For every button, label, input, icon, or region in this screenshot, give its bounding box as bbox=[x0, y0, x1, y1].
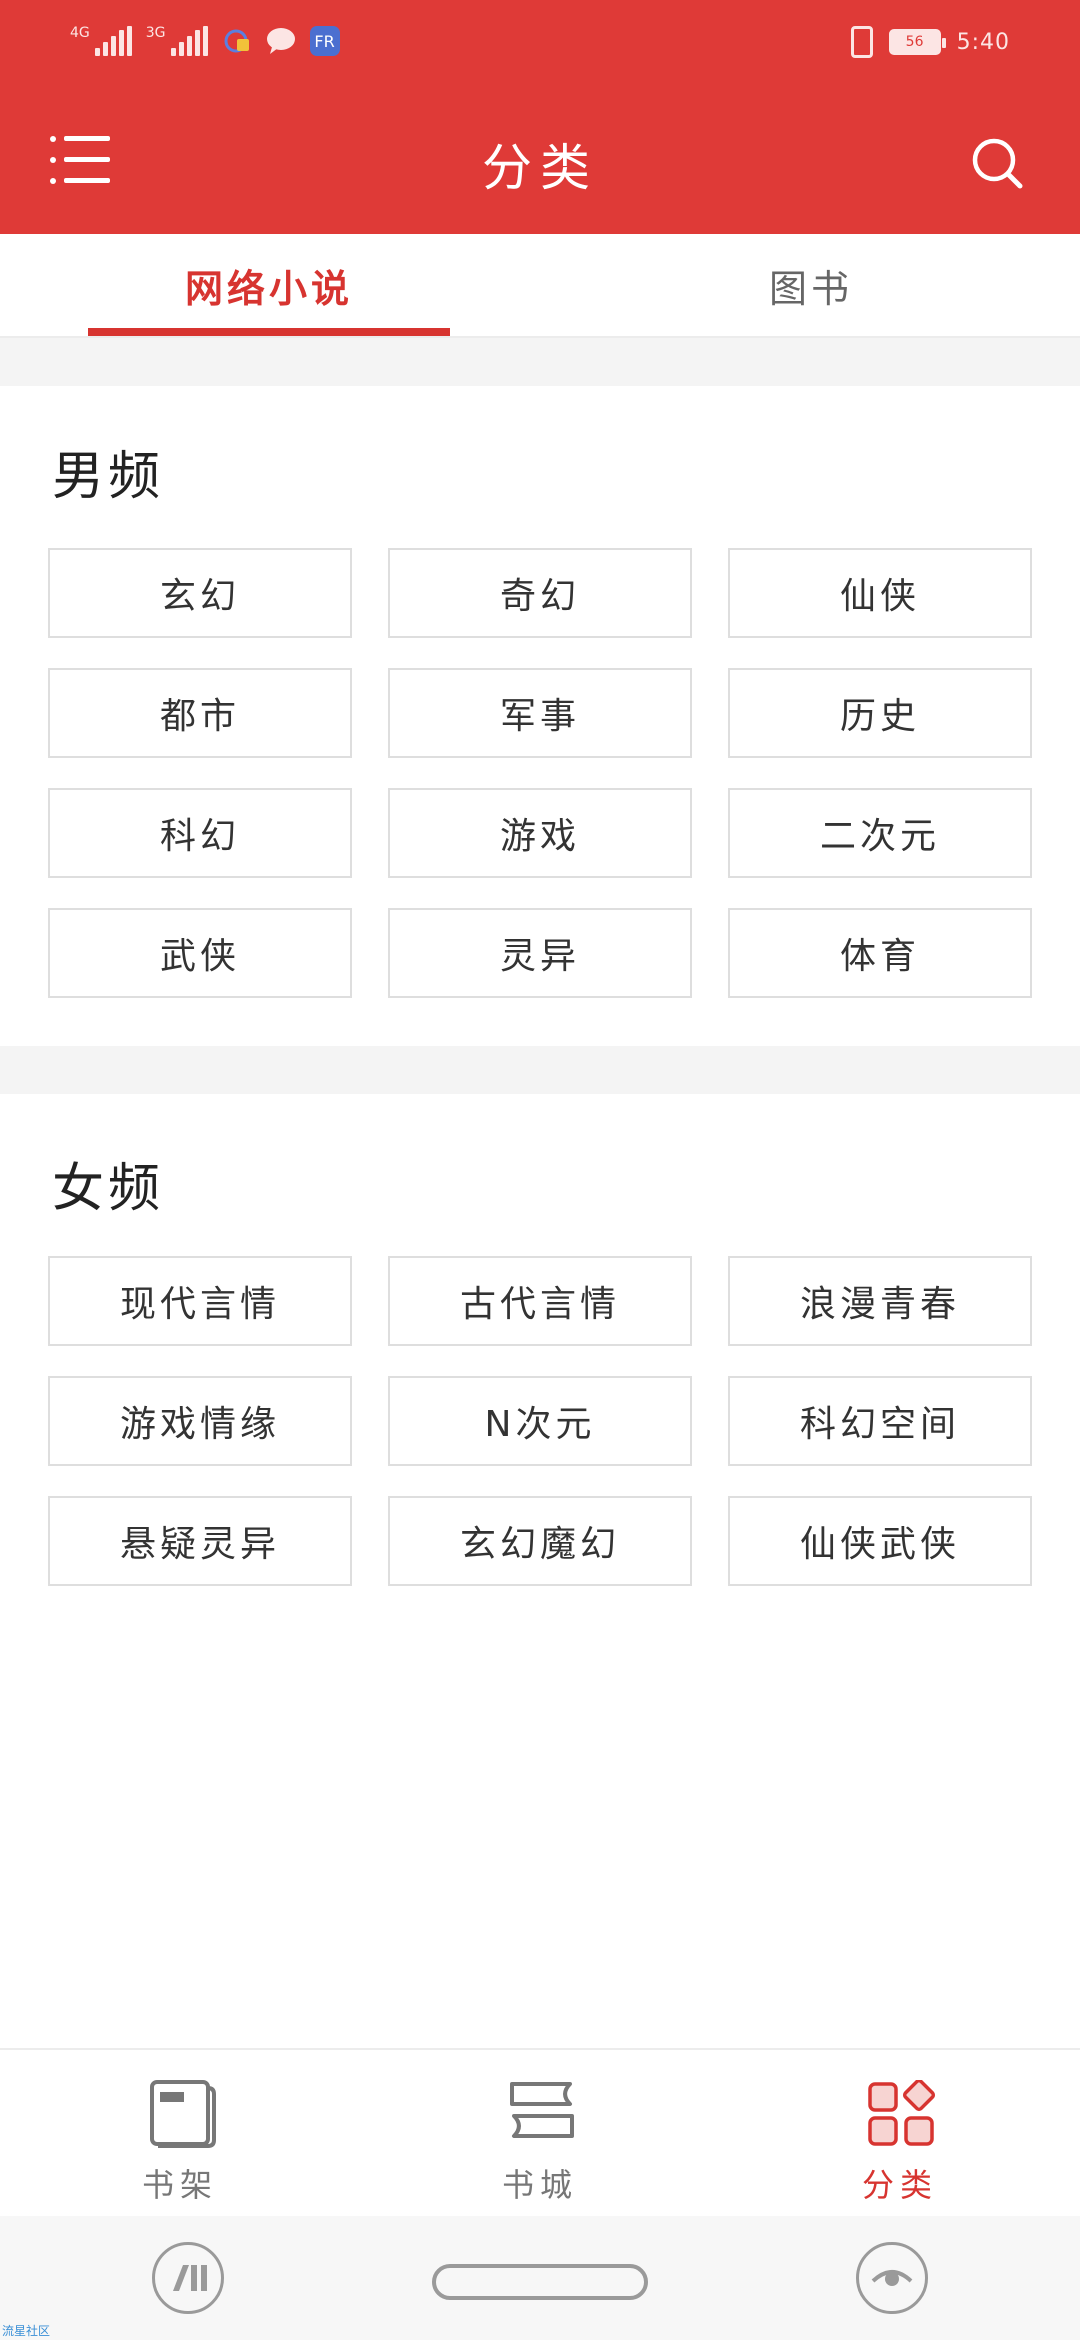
category-button[interactable]: 玄幻魔幻 bbox=[388, 1496, 692, 1586]
status-right: 56 5:40 bbox=[850, 26, 1010, 58]
nav-label: 书城 bbox=[501, 2166, 578, 2204]
category-button[interactable]: N次元 bbox=[388, 1376, 692, 1466]
home-pill[interactable] bbox=[432, 2264, 648, 2300]
section-divider bbox=[0, 338, 1080, 386]
bookstore-icon bbox=[510, 2082, 574, 2138]
category-button[interactable]: 玄幻 bbox=[48, 548, 352, 638]
top-header: 4G 3G FR 56 5:40 分类 bbox=[0, 0, 1080, 234]
status-left: 4G 3G FR bbox=[70, 26, 340, 56]
category-button[interactable]: 军事 bbox=[388, 668, 692, 758]
bottom-nav: 书架 书城 分类 bbox=[0, 2048, 1080, 2216]
page-title: 分类 bbox=[482, 139, 598, 197]
category-button[interactable]: 浪漫青春 bbox=[728, 1256, 1032, 1346]
category-button[interactable]: 奇幻 bbox=[388, 548, 692, 638]
signal-4g-icon: 4G bbox=[70, 26, 132, 56]
category-button[interactable]: 灵异 bbox=[388, 908, 692, 998]
section-divider bbox=[0, 1046, 1080, 1094]
vibrate-icon bbox=[850, 26, 873, 58]
message-bubble-icon bbox=[266, 26, 296, 56]
battery-icon: 56 bbox=[888, 29, 946, 55]
status-bar: 4G 3G FR 56 5:40 bbox=[0, 0, 1080, 90]
network-type-label: 4G bbox=[70, 25, 90, 41]
section-title-female: 女频 bbox=[52, 1159, 165, 1219]
category-button[interactable]: 二次元 bbox=[728, 788, 1032, 878]
category-button[interactable]: 悬疑灵异 bbox=[48, 1496, 352, 1586]
male-section: 男频 玄幻 奇幻 仙侠都市 军事 历史科幻 游戏 二次元武侠 灵异 体育 bbox=[0, 386, 1080, 1046]
nav-item-bookstore[interactable]: 书城 bbox=[420, 2050, 660, 2218]
search-icon[interactable] bbox=[970, 136, 1024, 190]
notification-app-icon bbox=[222, 26, 252, 56]
network-type-label: 3G bbox=[145, 25, 166, 41]
eye-icon bbox=[871, 2270, 913, 2286]
female-section: 女频 现代言情 古代言情 浪漫青春游戏情缘 N次元 科幻空间悬疑灵异 玄幻魔幻 仙侠武侠 bbox=[0, 1094, 1080, 2048]
active-tab-indicator bbox=[88, 328, 450, 336]
category-button[interactable]: 都市 bbox=[48, 668, 352, 758]
tab-books[interactable]: 图书 bbox=[630, 234, 992, 336]
category-button[interactable]: 古代言情 bbox=[388, 1256, 692, 1346]
nav-item-category[interactable]: 分类 bbox=[780, 2050, 1020, 2218]
category-button[interactable]: 游戏情缘 bbox=[48, 1376, 352, 1466]
category-icon bbox=[868, 2080, 936, 2146]
category-tabs: 网络小说 图书 bbox=[0, 234, 1080, 338]
nav-item-bookshelf[interactable]: 书架 bbox=[60, 2050, 300, 2218]
watermark: 流星社区 bbox=[2, 2324, 51, 2338]
clock-time: 5:40 bbox=[956, 29, 1010, 55]
eye-comfort-button[interactable] bbox=[856, 2242, 928, 2314]
tab-web-novel[interactable]: 网络小说 bbox=[88, 234, 450, 336]
category-button[interactable]: 仙侠武侠 bbox=[728, 1496, 1032, 1586]
assistant-icon bbox=[173, 2265, 207, 2291]
system-navigation-bar bbox=[0, 2216, 1080, 2340]
nav-label: 书架 bbox=[141, 2166, 218, 2204]
category-button[interactable]: 仙侠 bbox=[728, 548, 1032, 638]
category-button[interactable]: 科幻 bbox=[48, 788, 352, 878]
ai-assistant-button[interactable] bbox=[152, 2242, 224, 2314]
section-title-male: 男频 bbox=[52, 447, 165, 507]
bookshelf-icon bbox=[150, 2080, 216, 2148]
category-button[interactable]: 体育 bbox=[728, 908, 1032, 998]
category-button[interactable]: 游戏 bbox=[388, 788, 692, 878]
category-button[interactable]: 武侠 bbox=[48, 908, 352, 998]
app-badge-icon: FR bbox=[309, 26, 340, 56]
signal-3g-icon: 3G bbox=[146, 26, 208, 56]
app-bar: 分类 bbox=[0, 90, 1080, 234]
category-button[interactable]: 现代言情 bbox=[48, 1256, 352, 1346]
nav-label: 分类 bbox=[861, 2166, 938, 2204]
category-button[interactable]: 科幻空间 bbox=[728, 1376, 1032, 1466]
category-button[interactable]: 历史 bbox=[728, 668, 1032, 758]
